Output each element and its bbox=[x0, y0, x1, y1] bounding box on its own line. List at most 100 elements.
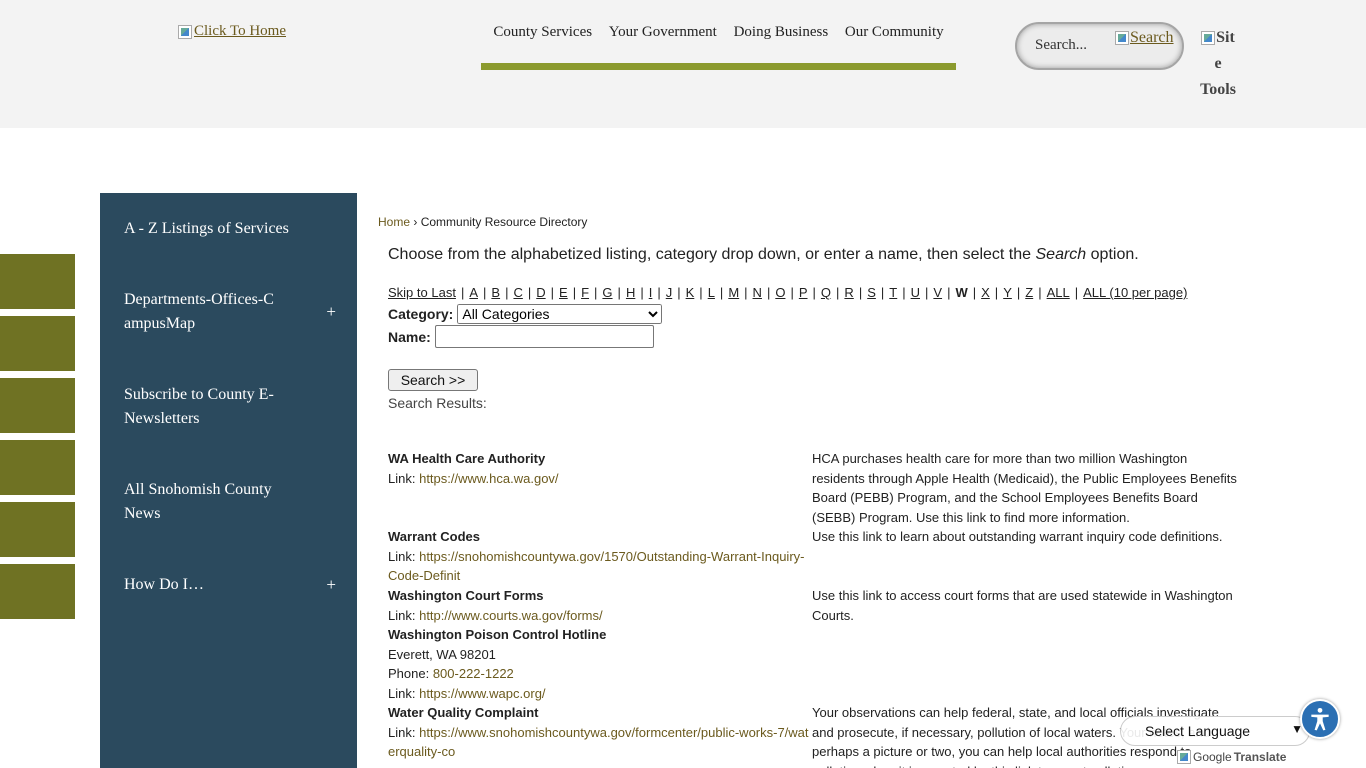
alpha-separator: | bbox=[947, 285, 951, 300]
alpha-letter-p[interactable]: P bbox=[799, 285, 808, 300]
alpha-letter-o[interactable]: O bbox=[775, 285, 785, 300]
broken-image-icon bbox=[178, 24, 192, 39]
side-tab[interactable] bbox=[0, 502, 75, 557]
result-link[interactable]: https://www.snohomishcountywa.gov/formce… bbox=[388, 725, 809, 760]
result-phone-link[interactable]: 800-222-1222 bbox=[433, 666, 514, 681]
phone-label: Phone: bbox=[388, 666, 430, 681]
link-label: Link: bbox=[388, 607, 416, 623]
expand-plus-icon[interactable]: + bbox=[326, 573, 336, 597]
alpha-letter-n[interactable]: N bbox=[753, 285, 762, 300]
link-label: Link: bbox=[388, 724, 416, 740]
language-select[interactable]: Select Language ▼ bbox=[1120, 716, 1310, 746]
alpha-letter-z[interactable]: Z bbox=[1025, 285, 1033, 300]
nav-your-government[interactable]: Your Government bbox=[609, 22, 717, 41]
alpha-letter-e[interactable]: E bbox=[559, 285, 568, 300]
result-description: Use this link to learn about outstanding… bbox=[812, 529, 1223, 544]
google-translate-prefix: Google bbox=[1193, 750, 1232, 764]
alpha-separator: | bbox=[836, 285, 840, 300]
link-label: Link: bbox=[388, 685, 416, 701]
alpha-letter-c[interactable]: C bbox=[513, 285, 522, 300]
alpha-separator: | bbox=[994, 285, 999, 300]
directory-search-button[interactable]: Search >> bbox=[388, 369, 478, 391]
breadcrumb-home-link[interactable]: Home bbox=[378, 215, 410, 229]
alpha-separator: | bbox=[880, 285, 885, 300]
result-address: Everett, WA 98201 bbox=[388, 646, 496, 662]
alpha-separator: | bbox=[505, 285, 509, 300]
site-header: Click To Home County Services Your Gover… bbox=[0, 0, 1366, 128]
site-search-button[interactable]: Search bbox=[1115, 29, 1174, 47]
result-link[interactable]: https://www.hca.wa.gov/ bbox=[419, 471, 558, 486]
link-label: Link: bbox=[388, 470, 416, 486]
alpha-letter-j[interactable]: J bbox=[666, 285, 673, 300]
alpha-separator: | bbox=[657, 285, 661, 300]
alpha-separator: | bbox=[617, 285, 621, 300]
sidebar-item-departments[interactable]: Departments-Offices-CampusMap + bbox=[124, 288, 344, 336]
alpha-letter-v[interactable]: V bbox=[933, 285, 942, 300]
alpha-letter-i[interactable]: I bbox=[649, 285, 653, 300]
nav-our-community[interactable]: Our Community bbox=[845, 22, 944, 41]
site-search-button-alt: Search bbox=[1130, 29, 1174, 46]
result-title: Warrant Codes bbox=[388, 529, 480, 544]
alphabet-navigation: Skip to Last | A | B | C | D | E | F | G | H | I | J | K | L | M | N… bbox=[388, 285, 1187, 300]
alpha-letter-f[interactable]: F bbox=[581, 285, 589, 300]
alpha-letter-a[interactable]: A bbox=[469, 285, 478, 300]
google-translate-badge[interactable]: Google Translate bbox=[1177, 750, 1287, 764]
decorative-side-tabs bbox=[0, 254, 75, 626]
alpha-separator: | bbox=[972, 285, 977, 300]
site-tools-line-2: e bbox=[1214, 55, 1222, 72]
alpha-letter-s[interactable]: S bbox=[867, 285, 876, 300]
name-input[interactable] bbox=[434, 325, 654, 348]
result-title: Washington Court Forms bbox=[388, 588, 544, 603]
home-logo-link[interactable]: Click To Home bbox=[178, 23, 286, 40]
name-label: Name: bbox=[388, 328, 431, 345]
side-tab[interactable] bbox=[0, 254, 75, 309]
alpha-letter-b[interactable]: B bbox=[491, 285, 500, 300]
result-description: Use this link to access court forms that… bbox=[812, 588, 1233, 623]
alpha-letter-g[interactable]: G bbox=[602, 285, 612, 300]
category-select[interactable]: All Categories bbox=[457, 304, 663, 324]
site-search-input[interactable]: Search... bbox=[1035, 37, 1087, 54]
alpha-letter-d[interactable]: D bbox=[536, 285, 545, 300]
alpha-letter-l[interactable]: L bbox=[708, 285, 715, 300]
alpha-separator: | bbox=[1074, 285, 1079, 300]
sidebar-item-az-listings[interactable]: A - Z Listings of Services bbox=[124, 217, 344, 241]
skip-to-last-link[interactable]: Skip to Last bbox=[388, 285, 456, 300]
alpha-letter-u[interactable]: U bbox=[911, 285, 920, 300]
site-tools-line-3: Tools bbox=[1200, 81, 1236, 98]
alpha-letter-h[interactable]: H bbox=[626, 285, 635, 300]
broken-image-icon bbox=[1201, 31, 1216, 45]
nav-doing-business[interactable]: Doing Business bbox=[734, 22, 829, 41]
alpha-separator: | bbox=[766, 285, 771, 300]
alpha-letter-w: W bbox=[955, 285, 968, 300]
result-title: Washington Poison Control Hotline bbox=[388, 627, 607, 642]
side-tab[interactable] bbox=[0, 564, 75, 619]
result-link[interactable]: http://www.courts.wa.gov/forms/ bbox=[419, 608, 603, 623]
sidebar-menu: A - Z Listings of Services Departments-O… bbox=[100, 193, 357, 768]
expand-plus-icon[interactable]: + bbox=[326, 300, 336, 324]
sidebar-item-news[interactable]: All Snohomish County News bbox=[124, 478, 344, 526]
accessibility-icon[interactable] bbox=[1300, 699, 1340, 739]
result-link[interactable]: https://www.wapc.org/ bbox=[419, 686, 545, 701]
alpha-all-paged-link[interactable]: ALL (10 per page) bbox=[1083, 285, 1187, 300]
alpha-separator: | bbox=[527, 285, 532, 300]
alpha-letter-x[interactable]: X bbox=[981, 285, 990, 300]
side-tab[interactable] bbox=[0, 378, 75, 433]
site-search-box[interactable]: Search... Search bbox=[1015, 22, 1184, 70]
sidebar-item-subscribe[interactable]: Subscribe to County E-Newsletters bbox=[124, 383, 344, 431]
alpha-separator: | bbox=[902, 285, 906, 300]
alpha-letter-y[interactable]: Y bbox=[1003, 285, 1012, 300]
result-link[interactable]: https://snohomishcountywa.gov/1570/Outst… bbox=[388, 549, 804, 584]
alpha-letter-t[interactable]: T bbox=[889, 285, 897, 300]
nav-county-services[interactable]: County Services bbox=[493, 22, 592, 41]
alpha-all-link[interactable]: ALL bbox=[1047, 285, 1070, 300]
alpha-letter-k[interactable]: K bbox=[686, 285, 695, 300]
sidebar-item-how-do-i[interactable]: How Do I… + bbox=[124, 573, 344, 597]
side-tab[interactable] bbox=[0, 316, 75, 371]
alpha-letter-r[interactable]: R bbox=[844, 285, 853, 300]
alpha-letter-m[interactable]: M bbox=[728, 285, 739, 300]
side-tab[interactable] bbox=[0, 440, 75, 495]
alpha-separator: | bbox=[594, 285, 598, 300]
category-row: Category: All Categories bbox=[388, 304, 663, 324]
alpha-letter-q[interactable]: Q bbox=[821, 285, 831, 300]
site-tools-button[interactable]: Sit e Tools bbox=[1196, 25, 1240, 103]
